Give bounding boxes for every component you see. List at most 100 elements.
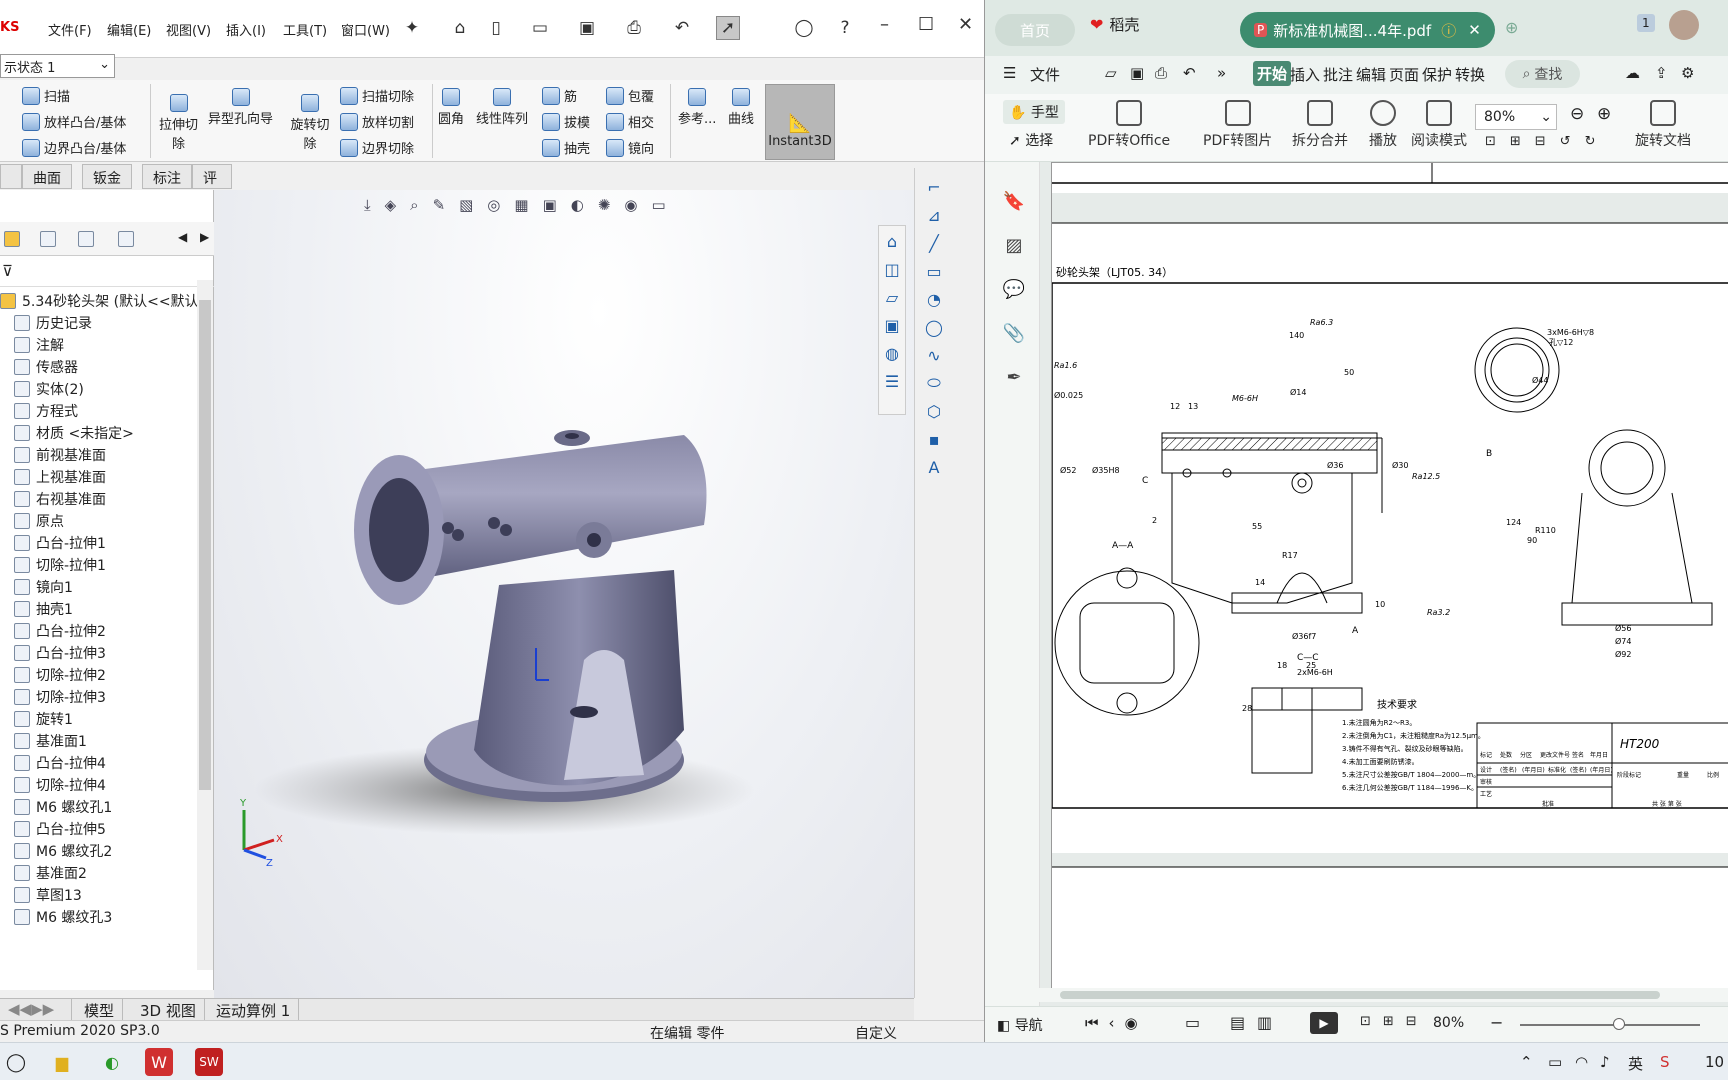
- open-icon[interactable]: ▱: [1105, 64, 1117, 82]
- ime-label[interactable]: 英: [1628, 1053, 1643, 1074]
- tree-item[interactable]: 切除-拉伸2: [14, 664, 106, 686]
- tree-item[interactable]: 右视基准面: [14, 488, 106, 510]
- clock-label[interactable]: 10: [1705, 1053, 1724, 1071]
- tab-home[interactable]: 首页: [995, 14, 1075, 46]
- tab-model[interactable]: 模型: [76, 999, 124, 1021]
- pdf-to-office-button[interactable]: PDF转Office: [1088, 100, 1170, 150]
- tree-item[interactable]: 凸台-拉伸2: [14, 620, 106, 642]
- folder-icon[interactable]: ▱: [881, 286, 903, 308]
- linear-pattern-button[interactable]: 线性阵列: [476, 88, 528, 127]
- tab-evaluate[interactable]: 评估: [192, 164, 232, 207]
- tab-nav-arrows[interactable]: ◀◀▶▶: [0, 999, 72, 1021]
- dual-page-icon[interactable]: ▥: [1257, 1013, 1272, 1032]
- menu-file[interactable]: 文件: [1030, 64, 1060, 85]
- zoom-slider-thumb[interactable]: [1613, 1018, 1625, 1030]
- ime-s-icon[interactable]: S: [1660, 1053, 1670, 1071]
- shell-button[interactable]: 抽壳: [542, 138, 590, 157]
- mirror-button[interactable]: 镜向: [606, 138, 654, 157]
- menu-edit[interactable]: 编辑(E): [107, 20, 151, 39]
- sketch-line-icon[interactable]: ⌐: [923, 176, 945, 198]
- revolved-cut-button[interactable]: 旋转切除: [288, 94, 332, 152]
- appearance-icon[interactable]: ▣: [881, 314, 903, 336]
- pin-icon[interactable]: ✦: [400, 16, 424, 40]
- window-count-badge[interactable]: 1: [1637, 14, 1655, 32]
- minimize-icon[interactable]: –: [880, 14, 889, 35]
- tree-root[interactable]: 5.34砂轮头架 (默认<<默认: [0, 290, 199, 312]
- text-icon[interactable]: A: [923, 456, 945, 478]
- thumbnail-icon[interactable]: ▨: [1003, 234, 1025, 256]
- menu-view[interactable]: 视图(V): [166, 20, 211, 39]
- share-icon[interactable]: ⇪: [1655, 64, 1668, 82]
- search-taskbar-icon[interactable]: ◯: [2, 1048, 30, 1076]
- menu-page[interactable]: 页面: [1389, 64, 1419, 85]
- close-icon[interactable]: ✕: [958, 14, 973, 35]
- custom-label[interactable]: 自定义: [855, 1023, 897, 1042]
- zoom-slider-track[interactable]: [1520, 1024, 1700, 1026]
- boundary-cut-button[interactable]: 边界切除: [340, 138, 414, 157]
- sweep-boss-button[interactable]: 扫描: [22, 86, 70, 105]
- tree-item[interactable]: 切除-拉伸4: [14, 774, 106, 796]
- view-tools[interactable]: ⊡⊞⊟↺↻: [1485, 134, 1609, 149]
- tree-item[interactable]: 旋转1: [14, 708, 73, 730]
- tree-item[interactable]: 传感器: [14, 356, 78, 378]
- play-slideshow-icon[interactable]: ▶: [1310, 1012, 1338, 1034]
- tab-pdf-file[interactable]: P 新标准机械图...4年.pdf ⓘ ✕: [1240, 12, 1495, 48]
- tree-item[interactable]: 材质 <未指定>: [14, 422, 134, 444]
- zoom-select[interactable]: 80% ⌄: [1475, 104, 1557, 130]
- rib-button[interactable]: 筋: [542, 86, 577, 105]
- new-file-icon[interactable]: ▯: [484, 16, 508, 40]
- zoom-out-icon[interactable]: ⊖: [1570, 104, 1584, 124]
- tree-item[interactable]: 镜向1: [14, 576, 73, 598]
- tree-item[interactable]: 上视基准面: [14, 466, 106, 488]
- select-pointer-icon[interactable]: ➚: [716, 16, 740, 40]
- config-state-select[interactable]: 示状态 1 ⌄: [0, 54, 115, 78]
- tree-scrollbar-thumb[interactable]: [199, 300, 211, 790]
- wifi-icon[interactable]: ◠: [1575, 1053, 1588, 1071]
- undo-icon[interactable]: ↶: [670, 16, 694, 40]
- page-nav-icons[interactable]: ⏮‹◉: [1085, 1014, 1148, 1032]
- tab-motion-study[interactable]: 运动算例 1: [208, 999, 300, 1021]
- feature-manager-icon[interactable]: [4, 231, 20, 247]
- swept-cut-button[interactable]: 扫描切除: [340, 86, 414, 105]
- instant3d-button[interactable]: 📐 Instant3D: [765, 84, 835, 160]
- hamburger-icon[interactable]: ☰: [1003, 64, 1016, 82]
- tree-item[interactable]: 实体(2): [14, 378, 84, 400]
- tree-item[interactable]: 前视基准面: [14, 444, 106, 466]
- tray-chevron-icon[interactable]: ⌃: [1520, 1053, 1533, 1071]
- close-tab-icon[interactable]: ✕: [1468, 21, 1481, 39]
- fillet-button[interactable]: 圆角: [438, 88, 464, 127]
- single-page-icon[interactable]: ▭: [1185, 1013, 1200, 1032]
- draft-button[interactable]: 拔模: [542, 112, 590, 131]
- color-wheel-icon[interactable]: ◍: [881, 342, 903, 364]
- sign-icon[interactable]: ✒: [1003, 366, 1025, 388]
- battery-icon[interactable]: ▭: [1548, 1053, 1562, 1071]
- point-icon[interactable]: ▪: [923, 428, 945, 450]
- tree-item[interactable]: 草图13: [14, 884, 82, 906]
- menu-insert[interactable]: 插入: [1290, 64, 1320, 85]
- more-chevron-icon[interactable]: »: [1217, 64, 1226, 82]
- arc-icon[interactable]: ◔: [923, 288, 945, 310]
- cloud-icon[interactable]: ☁: [1625, 64, 1640, 82]
- menu-annotate[interactable]: 批注: [1323, 64, 1353, 85]
- tree-item[interactable]: 基准面1: [14, 730, 87, 752]
- zoom-minus-icon[interactable]: −: [1490, 1013, 1503, 1032]
- menu-window[interactable]: 窗口(W): [341, 20, 390, 39]
- reading-mode-button[interactable]: 阅读模式: [1411, 100, 1467, 150]
- home-icon[interactable]: ⌂: [448, 16, 472, 40]
- properties-icon[interactable]: ☰: [881, 370, 903, 392]
- tree-item[interactable]: 凸台-拉伸1: [14, 532, 106, 554]
- rotate-doc-button[interactable]: 旋转文档: [1635, 100, 1691, 150]
- solidworks-icon[interactable]: SW: [195, 1048, 223, 1076]
- settings-icon[interactable]: ⚙: [1681, 64, 1694, 82]
- undo-icon[interactable]: ↶: [1183, 64, 1196, 82]
- save-icon[interactable]: ▣: [575, 16, 599, 40]
- menu-edit[interactable]: 编辑: [1356, 64, 1386, 85]
- chevron-left-icon[interactable]: ◀: [178, 230, 187, 244]
- browser-icon[interactable]: ◐: [98, 1048, 126, 1076]
- tree-item[interactable]: 注解: [14, 334, 64, 356]
- polygon-icon[interactable]: ⬡: [923, 400, 945, 422]
- filter-icon[interactable]: ⊽: [2, 262, 13, 280]
- volume-icon[interactable]: ♪: [1600, 1053, 1610, 1071]
- play-button[interactable]: 播放: [1369, 100, 1397, 150]
- config-manager-icon[interactable]: [78, 231, 94, 247]
